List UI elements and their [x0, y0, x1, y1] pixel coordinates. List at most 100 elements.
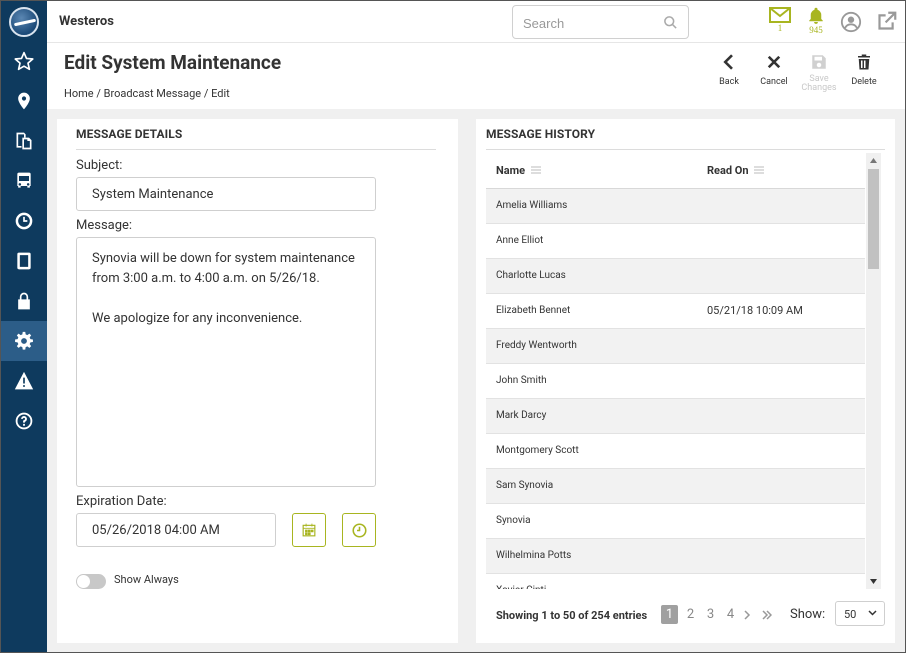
- message-history-title: MESSAGE HISTORY: [486, 127, 596, 141]
- table-row[interactable]: Elizabeth Bennet 05/21/18 10:09 AM: [486, 294, 865, 329]
- cancel-button[interactable]: Cancel: [751, 53, 797, 87]
- message-line: We apologize for any inconvenience.: [92, 311, 303, 326]
- page-4-button[interactable]: 4: [722, 605, 739, 624]
- breadcrumb-broadcast-message[interactable]: Broadcast Message: [104, 87, 201, 100]
- clock-icon: [15, 212, 33, 230]
- name-cell: Mark Darcy: [496, 410, 547, 421]
- close-icon: [767, 55, 781, 69]
- table-row[interactable]: Wilhelmina Potts: [486, 539, 865, 574]
- trash-icon: [858, 54, 870, 70]
- sidebar-item-vehicles[interactable]: [1, 161, 47, 201]
- table-row[interactable]: Charlotte Lucas: [486, 259, 865, 294]
- page-size-label: Show:: [790, 607, 826, 622]
- help-icon: [15, 412, 33, 430]
- top-bar: Westeros 1 945: [47, 1, 905, 43]
- sidebar-item-devices[interactable]: [1, 241, 47, 281]
- search-icon[interactable]: [663, 15, 678, 30]
- name-cell: Charlotte Lucas: [496, 270, 566, 281]
- entries-info: Showing 1 to 50 of 254 entries: [496, 609, 648, 622]
- page-size-value: 50: [844, 608, 857, 621]
- messages-button[interactable]: 1: [768, 7, 792, 35]
- table-row[interactable]: Mark Darcy: [486, 399, 865, 434]
- search-input[interactable]: [523, 8, 653, 38]
- table-row[interactable]: Xavier Cinti: [486, 574, 865, 589]
- sidebar-item-documents[interactable]: [1, 121, 47, 161]
- table-scrollbar[interactable]: [866, 153, 881, 589]
- table-row[interactable]: Sam Synovia: [486, 469, 865, 504]
- divider: [76, 149, 436, 150]
- page-size-select[interactable]: 50: [835, 601, 885, 626]
- app-title: Westeros: [59, 14, 114, 29]
- show-always-toggle[interactable]: [76, 574, 106, 589]
- gear-icon: [15, 331, 33, 350]
- back-button[interactable]: Back: [706, 53, 752, 87]
- last-page-icon[interactable]: [762, 610, 772, 620]
- sidebar-item-help[interactable]: [1, 401, 47, 441]
- message-history-panel: MESSAGE HISTORY Name Read On Amelia Will…: [476, 119, 895, 643]
- message-history-table: Name Read On Amelia Williams Anne Elliot C…: [486, 153, 865, 589]
- delete-label: Delete: [851, 77, 877, 87]
- column-header-read-on[interactable]: Read On: [707, 164, 765, 177]
- page-3-button[interactable]: 3: [702, 605, 719, 624]
- sidebar-item-time[interactable]: [1, 201, 47, 241]
- table-header: Name Read On: [486, 153, 865, 189]
- time-picker-button[interactable]: [342, 513, 376, 547]
- page-1-button[interactable]: 1: [661, 605, 678, 624]
- divider: [486, 149, 885, 150]
- message-line: from 3:00 a.m. to 4:00 a.m. on 5/26/18.: [92, 271, 320, 286]
- expiration-date-label: Expiration Date:: [76, 494, 167, 509]
- breadcrumb-edit: Edit: [211, 87, 230, 100]
- messages-count: 1: [777, 23, 783, 33]
- star-icon: [14, 51, 34, 71]
- expiration-date-field[interactable]: 05/26/2018 04:00 AM: [76, 513, 276, 547]
- chevron-down-icon: [868, 610, 877, 616]
- message-details-title: MESSAGE DETAILS: [76, 127, 183, 141]
- table-row[interactable]: Freddy Wentworth: [486, 329, 865, 364]
- page-2-button[interactable]: 2: [682, 605, 699, 624]
- user-account-icon[interactable]: [840, 11, 862, 33]
- external-link-icon[interactable]: [876, 11, 897, 32]
- clock-icon: [351, 522, 367, 538]
- scroll-down-icon[interactable]: [870, 579, 877, 584]
- alerts-button[interactable]: 945: [804, 7, 828, 35]
- sidebar-item-alerts[interactable]: [1, 361, 47, 401]
- sidebar: [1, 1, 47, 652]
- save-label-line2: Changes: [801, 83, 837, 93]
- search-box: [512, 5, 689, 39]
- save-changes-button[interactable]: Save Changes: [796, 53, 842, 93]
- message-textarea[interactable]: Synovia will be down for system maintena…: [76, 237, 376, 487]
- alerts-count: 945: [809, 25, 823, 35]
- table-row[interactable]: Synovia: [486, 504, 865, 539]
- table-row[interactable]: Amelia Williams: [486, 189, 865, 224]
- delete-button[interactable]: Delete: [841, 53, 887, 87]
- chevron-left-icon: [723, 54, 733, 70]
- page-title: Edit System Maintenance: [64, 51, 282, 74]
- table-row[interactable]: Anne Elliot: [486, 224, 865, 259]
- table-row[interactable]: Montgomery Scott: [486, 434, 865, 469]
- breadcrumb-home[interactable]: Home: [64, 87, 94, 100]
- cancel-label: Cancel: [760, 77, 788, 87]
- message-line: [92, 289, 360, 309]
- tablet-icon: [17, 252, 31, 270]
- column-header-name[interactable]: Name: [496, 164, 541, 177]
- message-line: Synovia will be down for system maintena…: [92, 251, 355, 266]
- message-label: Message:: [76, 218, 133, 233]
- app-logo[interactable]: [9, 7, 39, 37]
- scroll-up-icon[interactable]: [870, 158, 877, 163]
- name-cell: Sam Synovia: [496, 480, 554, 491]
- read-on-cell: 05/21/18 10:09 AM: [707, 304, 803, 317]
- subject-field[interactable]: System Maintenance: [76, 177, 376, 211]
- sidebar-item-settings[interactable]: [1, 321, 47, 361]
- table-row[interactable]: John Smith: [486, 364, 865, 399]
- next-page-icon[interactable]: [744, 610, 751, 620]
- date-picker-button[interactable]: [292, 513, 326, 547]
- name-cell: John Smith: [496, 375, 547, 386]
- column-header-label: Read On: [707, 164, 749, 177]
- scrollbar-thumb[interactable]: [868, 169, 879, 269]
- breadcrumb: Home / Broadcast Message / Edit: [64, 87, 230, 100]
- sidebar-item-security[interactable]: [1, 281, 47, 321]
- sidebar-item-favorites[interactable]: [1, 41, 47, 81]
- sidebar-item-locations[interactable]: [1, 81, 47, 121]
- calendar-icon: [302, 523, 316, 537]
- name-cell: Xavier Cinti: [496, 585, 546, 589]
